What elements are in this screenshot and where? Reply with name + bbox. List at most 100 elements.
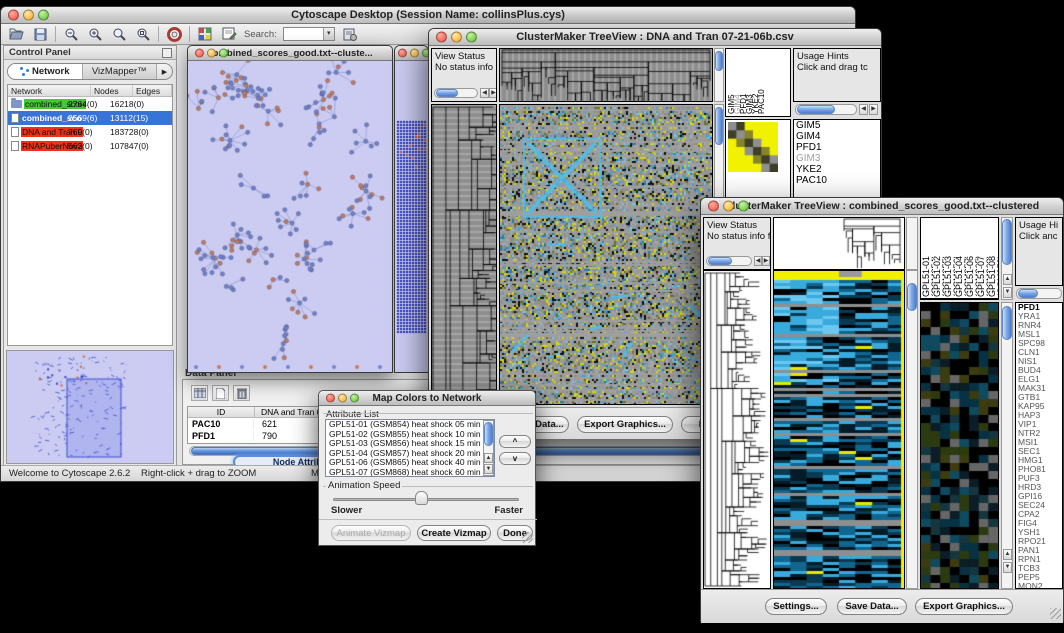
close-button[interactable]	[8, 10, 19, 21]
treeview-button[interactable]: Settings...	[765, 598, 827, 615]
id-column-header[interactable]: ID	[188, 407, 254, 417]
attribute-item[interactable]: GPL51-06 (GSM865) heat shock 40 min	[326, 458, 494, 468]
column-dendrogram-panel[interactable]	[499, 48, 713, 102]
treeview-button[interactable]: Save Data...	[837, 598, 907, 615]
scroll-left-icon[interactable]: ◀	[859, 104, 868, 115]
zoom-out-icon[interactable]	[62, 26, 80, 42]
column-label[interactable]: GPL51-01 (GSM854)	[922, 219, 933, 297]
animate-vizmap-button[interactable]: Animate Vizmap	[331, 525, 411, 541]
attribute-item[interactable]: GPL51-04 (GSM857) heat shock 20 min	[326, 449, 494, 459]
gene-label[interactable]: MON2	[1016, 582, 1062, 589]
network-tree-row[interactable]: RNAPuberNov2+ 563(0) 107847(0)	[8, 139, 172, 153]
chevron-down-icon[interactable]: ▾	[323, 28, 334, 40]
save-icon[interactable]	[31, 26, 49, 42]
resize-grip[interactable]	[1050, 608, 1061, 619]
network-tree-row[interactable]: DNA and Tran 07 769(0) 183728(0)	[8, 125, 172, 139]
minimize-button[interactable]	[338, 394, 347, 403]
scroll-down-icon[interactable]: ▼	[1003, 562, 1012, 573]
table-icon[interactable]	[191, 385, 208, 401]
network-tree-row[interactable]: combined_scores 2764(0) 16218(0)	[8, 97, 172, 111]
column-dendrogram-panel[interactable]	[773, 217, 905, 270]
vscrollbar[interactable]: ▲ ▼	[483, 420, 494, 476]
network-tree-row[interactable]: combined_sco 2569(6) 13112(15)	[8, 111, 172, 125]
heatmap-panel[interactable]	[773, 270, 905, 589]
attribute-browser-settings-icon[interactable]	[341, 26, 359, 42]
minimize-button[interactable]	[410, 49, 419, 58]
slider-thumb[interactable]	[415, 491, 428, 505]
hscroll-thumb[interactable]	[708, 257, 732, 265]
new-page-icon[interactable]	[212, 385, 229, 401]
minimize-button[interactable]	[723, 201, 734, 212]
gene-label[interactable]: GIM4	[794, 131, 880, 142]
row-dendrogram-panel[interactable]	[703, 270, 771, 589]
zoom-in-icon[interactable]	[86, 26, 104, 42]
scroll-down-icon[interactable]: ▼	[484, 464, 493, 474]
hscroll-thumb[interactable]	[797, 105, 835, 114]
hscrollbar[interactable]	[706, 256, 752, 266]
gene-label[interactable]: YKE2	[794, 164, 880, 175]
column-label[interactable]: GPL51-06 (GSM865)	[966, 219, 977, 297]
create-vizmap-button[interactable]: Create Vizmap	[417, 525, 491, 541]
background-window-titlebar[interactable]	[395, 46, 428, 61]
row-dendrogram-panel[interactable]	[431, 104, 497, 405]
open-file-icon[interactable]	[7, 26, 25, 42]
zoom-button[interactable]	[219, 49, 228, 58]
move-up-button[interactable]: ^	[499, 435, 531, 448]
vscroll-thumb[interactable]	[1002, 219, 1012, 265]
column-label[interactable]: GPL51-04 (GSM857)	[955, 219, 966, 297]
search-combobox[interactable]: ▾	[283, 27, 335, 41]
attribute-item[interactable]: GPL51-01 (GSM854) heat shock 05 min	[326, 420, 494, 430]
zoom-selected-icon[interactable]	[134, 26, 152, 42]
zoom-heatmap-panel[interactable]	[920, 302, 999, 589]
attribute-item[interactable]: GPL51-02 (GSM855) heat shock 10 min	[326, 430, 494, 440]
vscrollbar[interactable]	[906, 217, 918, 270]
tab-overflow-arrow[interactable]: ▶	[156, 64, 172, 79]
attribute-item[interactable]: GPL51-07 (GSM868) heat shock 60 min	[326, 468, 494, 477]
column-label[interactable]: GPL51-08 (GSM872)	[988, 219, 999, 297]
column-header[interactable]: Network	[8, 85, 91, 96]
attribute-item[interactable]: GPL51-03 (GSM856) heat shock 15 min	[326, 439, 494, 449]
vscroll-thumb[interactable]	[484, 422, 493, 446]
vscrollbar[interactable]	[714, 48, 724, 102]
tab-network[interactable]: Network	[8, 64, 83, 79]
hscrollbar[interactable]	[795, 104, 857, 115]
treeview2-titlebar[interactable]: ClusterMaker TreeView : combined_scores_…	[701, 198, 1063, 215]
column-label[interactable]: GPL51-07 (GSM868)	[977, 219, 988, 297]
dialog-titlebar[interactable]: Map Colors to Network	[319, 391, 535, 406]
zoom-button[interactable]	[350, 394, 359, 403]
column-label[interactable]: GPL51-02 (GSM855)	[933, 219, 944, 297]
minimize-button[interactable]	[451, 32, 462, 43]
close-button[interactable]	[398, 49, 407, 58]
scroll-up-icon[interactable]: ▲	[1003, 274, 1012, 285]
dense-network-canvas[interactable]	[395, 61, 428, 372]
close-button[interactable]	[326, 394, 335, 403]
hscrollbar[interactable]	[1016, 288, 1062, 299]
vizmapper-palette-icon[interactable]	[196, 26, 214, 42]
search-input[interactable]	[284, 29, 323, 39]
resize-grip[interactable]	[522, 532, 533, 543]
edit-document-icon[interactable]	[220, 26, 238, 42]
zoom-button[interactable]	[38, 10, 49, 21]
column-label[interactable]: PAC10	[758, 51, 764, 114]
gene-label[interactable]: GIM3	[794, 153, 880, 164]
vscroll-thumb[interactable]	[907, 283, 917, 311]
close-button[interactable]	[708, 201, 719, 212]
scroll-up-icon[interactable]: ▲	[1003, 549, 1012, 560]
gene-label[interactable]: GIM5	[794, 120, 880, 131]
scroll-up-icon[interactable]: ▲	[484, 453, 493, 463]
scroll-right-icon[interactable]: ▶	[869, 104, 878, 115]
vscrollbar[interactable]: ▲ ▼	[1001, 217, 1013, 300]
network-canvas[interactable]	[188, 61, 392, 372]
help-lifering-icon[interactable]	[165, 26, 183, 42]
vscrollbar[interactable]: ▲ ▼	[1001, 302, 1013, 589]
zoom-button[interactable]	[466, 32, 477, 43]
main-titlebar[interactable]: Cytoscape Desktop (Session Name: collins…	[1, 7, 855, 24]
trash-icon[interactable]	[233, 385, 250, 401]
gene-label[interactable]: PFD1	[794, 142, 880, 153]
heatmap-panel[interactable]	[499, 104, 713, 405]
vscroll-thumb[interactable]	[1002, 306, 1012, 340]
zoom-fit-icon[interactable]	[110, 26, 128, 42]
vscroll-thumb[interactable]	[715, 51, 723, 71]
move-down-button[interactable]: v	[499, 452, 531, 465]
hscroll-thumb[interactable]	[436, 89, 458, 97]
